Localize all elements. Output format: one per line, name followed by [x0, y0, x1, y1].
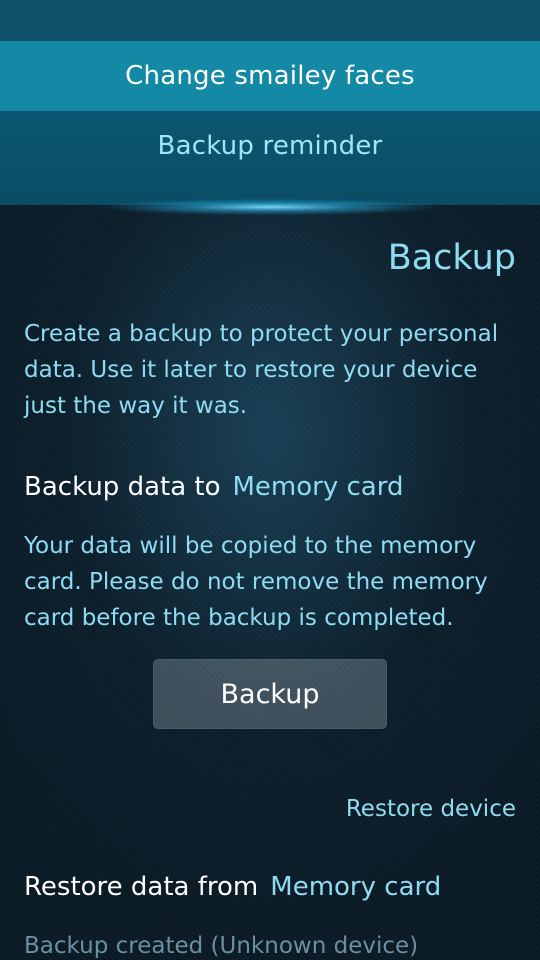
backup-destination-value[interactable]: Memory card	[233, 472, 404, 502]
restore-source-combo[interactable]: Restore data from Memory card	[24, 869, 441, 905]
pulley-menu: Change smailey faces Backup reminder	[0, 0, 540, 205]
backup-destination-label: Backup data to	[24, 472, 221, 502]
restore-source-label: Restore data from	[24, 872, 259, 902]
intro-description: Create a backup to protect your personal…	[24, 321, 499, 419]
backup-created-info: Backup created (Unknown device)	[24, 933, 419, 959]
pulley-menu-top-strip	[0, 0, 540, 41]
restore-source-value[interactable]: Memory card	[270, 872, 441, 902]
pulley-menu-glow-indicator	[0, 196, 540, 218]
page-title: Backup	[387, 238, 516, 278]
restore-section-header: Restore device	[345, 796, 516, 822]
backup-description: Your data will be copied to the memory c…	[24, 533, 488, 631]
menu-item-backup-reminder[interactable]: Backup reminder	[0, 111, 540, 181]
menu-item-change-smiley-faces[interactable]: Change smailey faces	[0, 41, 540, 111]
backup-destination-combo[interactable]: Backup data to Memory card	[24, 469, 403, 505]
backup-button[interactable]: Backup	[153, 659, 387, 729]
